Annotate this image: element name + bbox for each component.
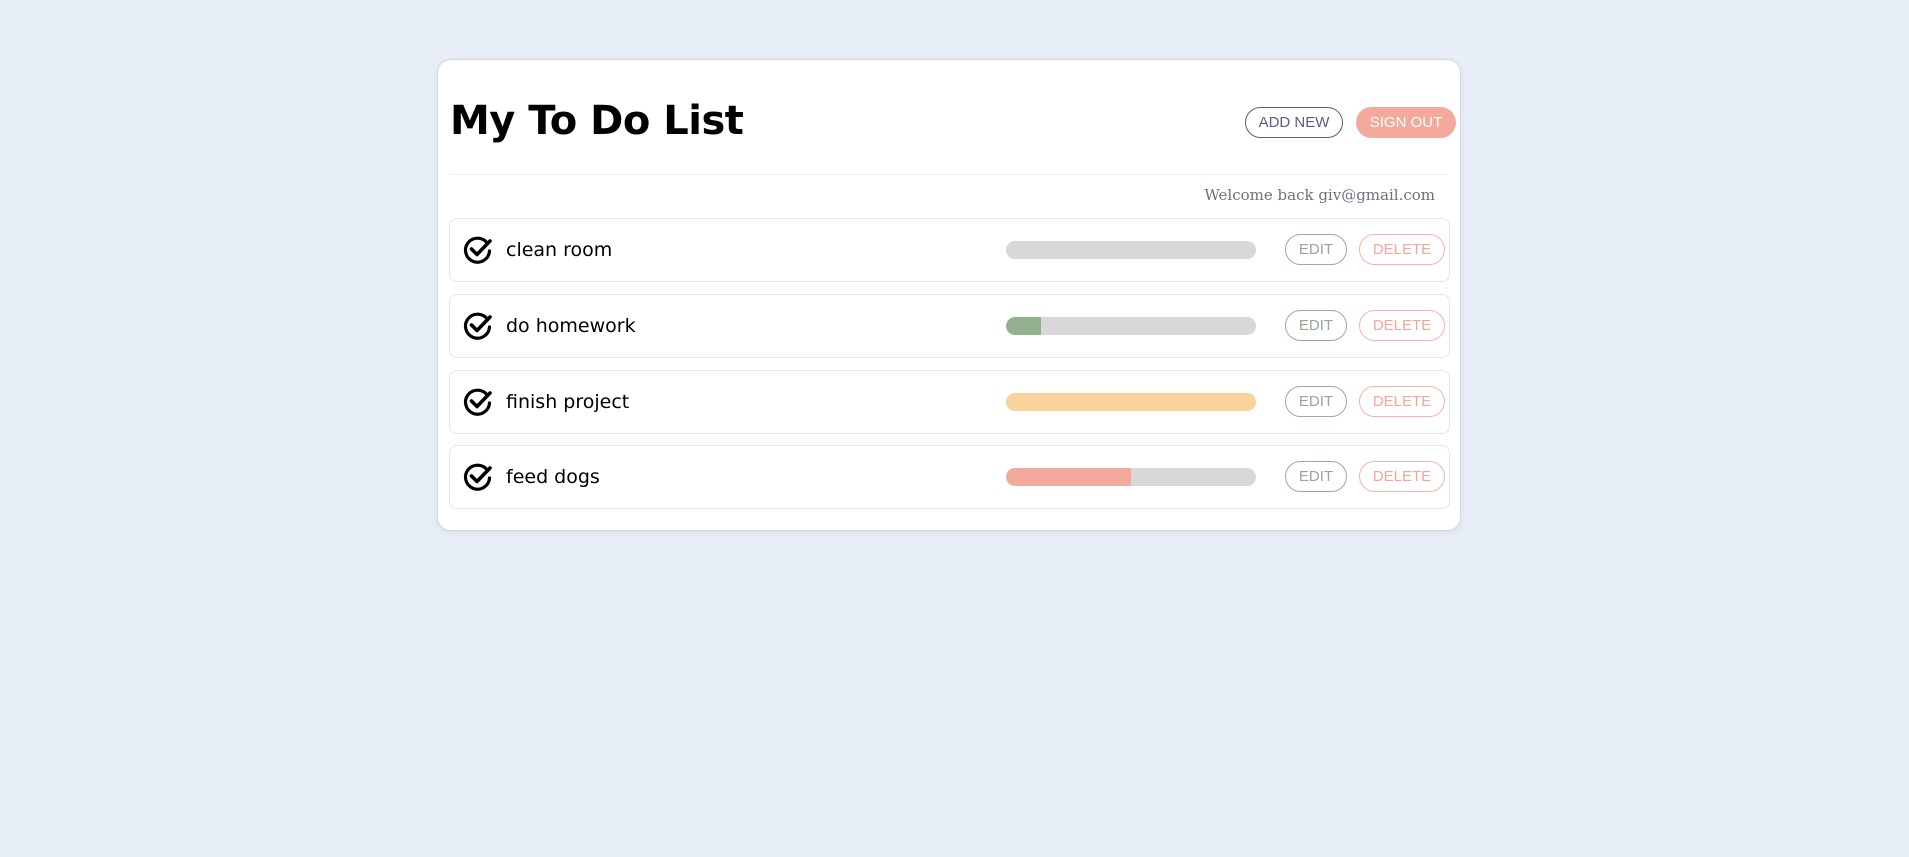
page-title: My To Do List (450, 98, 744, 144)
card-header: My To Do List ADD NEW SIGN OUT (450, 60, 1456, 175)
task-label: finish project (506, 391, 630, 413)
check-circle-icon[interactable] (463, 311, 493, 341)
task-progress-fill (1006, 393, 1256, 411)
task-progress-fill (1006, 317, 1041, 335)
task-row: feed dogs EDIT DELETE (449, 445, 1450, 509)
task-label: do homework (506, 315, 636, 337)
check-circle-icon[interactable] (463, 387, 493, 417)
delete-task-button[interactable]: DELETE (1359, 386, 1445, 417)
task-progress-bar (1006, 241, 1256, 259)
todo-card: My To Do List ADD NEW SIGN OUT Welcome b… (437, 59, 1461, 531)
sign-out-button[interactable]: SIGN OUT (1356, 107, 1456, 138)
add-new-button[interactable]: ADD NEW (1245, 107, 1343, 138)
edit-task-button[interactable]: EDIT (1285, 386, 1347, 417)
task-progress-bar (1006, 468, 1256, 486)
task-row: finish project EDIT DELETE (449, 370, 1450, 434)
delete-task-button[interactable]: DELETE (1359, 461, 1445, 492)
edit-task-button[interactable]: EDIT (1285, 310, 1347, 341)
delete-task-button[interactable]: DELETE (1359, 234, 1445, 265)
task-row: do homework EDIT DELETE (449, 294, 1450, 358)
task-progress-bar (1006, 393, 1256, 411)
edit-task-button[interactable]: EDIT (1285, 234, 1347, 265)
check-circle-icon[interactable] (463, 462, 493, 492)
welcome-message: Welcome back giv@gmail.com (1204, 186, 1435, 204)
task-label: clean room (506, 239, 613, 261)
check-circle-icon[interactable] (463, 235, 493, 265)
task-label: feed dogs (506, 466, 600, 488)
task-progress-bar (1006, 317, 1256, 335)
delete-task-button[interactable]: DELETE (1359, 310, 1445, 341)
task-row: clean room EDIT DELETE (449, 218, 1450, 282)
task-progress-fill (1006, 468, 1131, 486)
edit-task-button[interactable]: EDIT (1285, 461, 1347, 492)
